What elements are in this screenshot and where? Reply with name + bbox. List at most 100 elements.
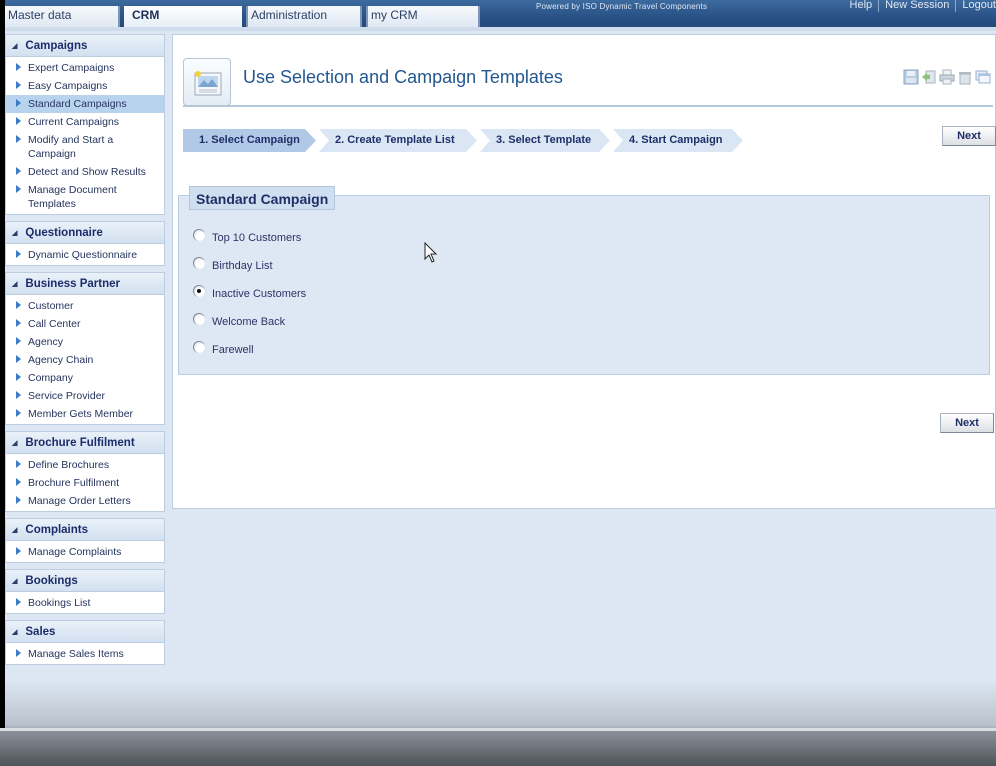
sidebar-item-label: Brochure Fulfilment	[28, 477, 120, 489]
sidebar-item-label: Company	[28, 372, 73, 384]
arrow-right-icon	[16, 301, 21, 309]
sidebar-section-title: Brochure Fulfilment	[25, 437, 135, 449]
sidebar-section-brochure-fulfilment: ◢ Brochure Fulfilment Define Brochures Broc…	[5, 431, 165, 512]
collapse-triangle-icon: ◢	[12, 578, 18, 585]
sidebar-item-label: Standard Campaigns	[28, 98, 127, 110]
radio-button[interactable]	[193, 257, 205, 269]
sidebar-item-label: Easy Campaigns	[28, 80, 108, 92]
sidebar-section-header[interactable]: ◢ Bookings	[6, 570, 164, 592]
export-icon[interactable]	[921, 69, 937, 85]
collapse-triangle-icon: ◢	[12, 43, 18, 50]
next-button-bottom[interactable]: Next	[940, 413, 994, 433]
collapse-triangle-icon: ◢	[12, 629, 18, 636]
arrow-right-icon	[16, 355, 21, 363]
sidebar-section-header[interactable]: ◢ Campaigns	[6, 35, 164, 57]
arrow-right-icon	[16, 496, 21, 504]
help-link[interactable]: Help	[844, 0, 880, 12]
arrow-right-icon	[16, 81, 21, 89]
sidebar-item-manage-document-templates[interactable]: Manage Document Templates	[6, 181, 164, 213]
sidebar-item-member-gets-member[interactable]: Member Gets Member	[6, 405, 164, 423]
sidebar-item-customer[interactable]: Customer	[6, 297, 164, 315]
sidebar-section-title: Bookings	[25, 575, 78, 587]
sidebar-item-agency-chain[interactable]: Agency Chain	[6, 351, 164, 369]
sidebar-section-title: Complaints	[25, 524, 89, 536]
campaign-option-top-10-customers[interactable]: Top 10 Customers	[193, 228, 306, 256]
save-icon[interactable]	[903, 69, 919, 85]
sidebar-section-title: Business Partner	[25, 278, 120, 290]
sidebar-item-service-provider[interactable]: Service Provider	[6, 387, 164, 405]
tab-crm[interactable]: CRM	[124, 6, 242, 27]
sidebar-item-label: Dynamic Questionnaire	[28, 249, 138, 261]
sidebar-item-bookings-list[interactable]: Bookings List	[6, 594, 164, 612]
arrow-right-icon	[16, 185, 21, 193]
radio-label: Birthday List	[212, 260, 273, 272]
arrow-right-icon	[16, 167, 21, 175]
sidebar-item-agency[interactable]: Agency	[6, 333, 164, 351]
sidebar-item-expert-campaigns[interactable]: Expert Campaigns	[6, 59, 164, 77]
step-select-template[interactable]: 3. Select Template	[480, 129, 610, 152]
sidebar-section-header[interactable]: ◢ Sales	[6, 621, 164, 643]
top-links: Help New Session Logout	[844, 0, 996, 12]
window-icon[interactable]	[975, 69, 991, 85]
sidebar-section-header[interactable]: ◢ Brochure Fulfilment	[6, 432, 164, 454]
campaign-option-welcome-back[interactable]: Welcome Back	[193, 312, 306, 340]
group-title: Standard Campaign	[189, 186, 336, 210]
sidebar-item-current-campaigns[interactable]: Current Campaigns	[6, 113, 164, 131]
sidebar-section-header[interactable]: ◢ Business Partner	[6, 273, 164, 295]
delete-icon[interactable]	[957, 69, 973, 85]
sidebar-item-easy-campaigns[interactable]: Easy Campaigns	[6, 77, 164, 95]
step-start-campaign[interactable]: 4. Start Campaign	[613, 129, 743, 152]
new-session-link[interactable]: New Session	[879, 0, 957, 12]
sidebar-item-dynamic-questionnaire[interactable]: Dynamic Questionnaire	[6, 246, 164, 264]
sidebar-item-label: Modify and Start a Campaign	[28, 134, 114, 160]
sidebar-section-sales: ◢ Sales Manage Sales Items	[5, 620, 165, 665]
page-title: Use Selection and Campaign Templates	[243, 67, 563, 87]
sidebar-item-label: Expert Campaigns	[28, 62, 115, 74]
sidebar-item-standard-campaigns[interactable]: Standard Campaigns	[6, 95, 164, 113]
campaign-option-farewell[interactable]: Farewell	[193, 340, 306, 368]
sidebar-item-manage-sales-items[interactable]: Manage Sales Items	[6, 645, 164, 663]
sidebar-section-header[interactable]: ◢ Questionnaire	[6, 222, 164, 244]
print-icon[interactable]	[939, 69, 955, 85]
sidebar-item-define-brochures[interactable]: Define Brochures	[6, 456, 164, 474]
radio-button[interactable]	[193, 285, 205, 297]
radio-label: Welcome Back	[212, 316, 286, 328]
collapse-triangle-icon: ◢	[12, 281, 18, 288]
tab-administration[interactable]: Administration	[246, 6, 362, 27]
arrow-right-icon	[16, 391, 21, 399]
window-bottom-bar	[0, 731, 996, 766]
radio-button[interactable]	[193, 341, 205, 353]
sidebar-item-company[interactable]: Company	[6, 369, 164, 387]
sidebar-item-label: Service Provider	[28, 390, 106, 402]
tab-my-crm[interactable]: my CRM	[366, 6, 480, 27]
arrow-right-icon	[16, 99, 21, 107]
sidebar-item-manage-order-letters[interactable]: Manage Order Letters	[6, 492, 164, 510]
next-button-top[interactable]: Next	[942, 126, 996, 146]
arrow-right-icon	[16, 250, 21, 258]
step-select-campaign[interactable]: 1. Select Campaign	[183, 129, 316, 152]
campaign-option-birthday-list[interactable]: Birthday List	[193, 256, 306, 284]
sidebar-section-business-partner: ◢ Business Partner Customer Call Center Agen…	[5, 272, 165, 425]
collapse-triangle-icon: ◢	[12, 440, 18, 447]
logout-link[interactable]: Logout	[956, 0, 996, 12]
radio-button[interactable]	[193, 313, 205, 325]
sidebar-item-brochure-fulfilment[interactable]: Brochure Fulfilment	[6, 474, 164, 492]
sidebar-item-label: Call Center	[28, 318, 81, 330]
tab-master-data[interactable]: Master data	[5, 6, 120, 27]
radio-label: Inactive Customers	[212, 288, 307, 300]
step-create-template-list[interactable]: 2. Create Template List	[319, 129, 477, 152]
sidebar-item-modify-and-start-a-campaign[interactable]: Modify and Start a Campaign	[6, 131, 164, 163]
sidebar-item-detect-and-show-results[interactable]: Detect and Show Results	[6, 163, 164, 181]
sidebar-section-questionnaire: ◢ Questionnaire Dynamic Questionnaire	[5, 221, 165, 266]
sidebar-section-items: Customer Call Center Agency Agency Chain Com…	[6, 295, 164, 424]
sidebar-section-header[interactable]: ◢ Complaints	[6, 519, 164, 541]
sidebar-section-items: Define Brochures Brochure Fulfilment Manag…	[6, 454, 164, 511]
main-panel: Use Selection and Campaign Templates 1. …	[172, 34, 996, 509]
sidebar-item-call-center[interactable]: Call Center	[6, 315, 164, 333]
arrow-right-icon	[16, 598, 21, 606]
campaign-option-inactive-customers[interactable]: Inactive Customers	[193, 284, 306, 312]
radio-button[interactable]	[193, 229, 205, 241]
sidebar-item-manage-complaints[interactable]: Manage Complaints	[6, 543, 164, 561]
sidebar-section-title: Campaigns	[25, 40, 88, 52]
standard-campaign-group: Standard Campaign Top 10 Customers Birthd…	[178, 186, 990, 375]
